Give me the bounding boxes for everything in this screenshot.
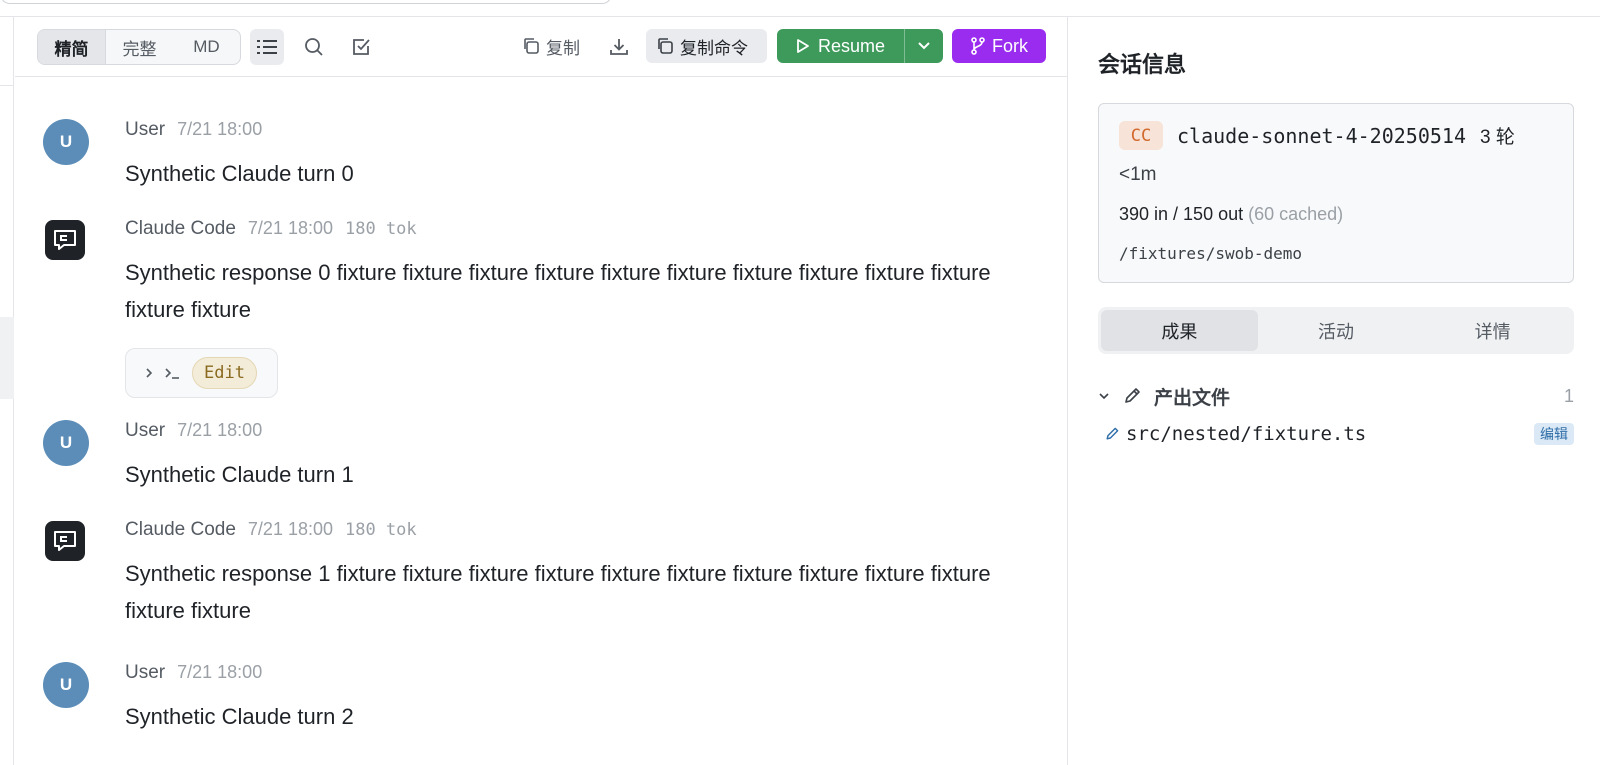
address-bar-fragment — [0, 0, 612, 4]
message-author: User — [125, 420, 166, 441]
token-count: 180 tok — [345, 219, 417, 239]
output-file-item[interactable]: src/nested/fixture.ts 编辑 — [1104, 419, 1574, 449]
search-icon — [305, 38, 323, 56]
project-path: /fixtures/swob-demo — [1119, 244, 1303, 263]
message-text: Synthetic response 1 fixture fixture fix… — [125, 561, 991, 623]
message-author: Claude Code — [125, 218, 236, 239]
tab-results[interactable]: 成果 — [1101, 310, 1258, 351]
chat-bubble-icon — [54, 531, 76, 551]
chevron-down-icon — [918, 42, 930, 50]
resume-button-group: Resume — [777, 29, 943, 63]
file-name: src/nested/fixture.ts — [1126, 423, 1367, 445]
pencil-icon — [1106, 427, 1119, 440]
conversation-pane: 精简 完整 MD 复制 复制命令 Resume Fork U User 7/21… — [15, 17, 1067, 765]
user-avatar: U — [43, 119, 89, 165]
message-time: 7/21 18:00 — [247, 519, 333, 539]
session-duration: <1m — [1119, 164, 1157, 185]
message-time: 7/21 18:00 — [177, 420, 263, 440]
message-author: User — [125, 119, 166, 140]
resume-dropdown-button[interactable] — [905, 29, 943, 63]
message-meta: Claude Code 7/21 18:00 180 tok — [125, 519, 417, 541]
message-meta: Claude Code 7/21 18:00 180 tok — [125, 218, 417, 240]
token-count: 180 tok — [345, 520, 417, 540]
message-meta: User 7/21 18:00 — [125, 119, 262, 141]
chat-bubble-icon — [54, 230, 76, 250]
left-rail — [0, 17, 14, 765]
file-action-tag: 编辑 — [1534, 423, 1574, 445]
message-time: 7/21 18:00 — [177, 662, 263, 682]
message-time: 7/21 18:00 — [247, 218, 333, 238]
output-files-header[interactable]: 产出文件 1 — [1098, 381, 1574, 411]
view-mode-md[interactable]: MD — [173, 30, 240, 64]
fork-button[interactable]: Fork — [952, 29, 1046, 63]
play-icon — [797, 39, 809, 53]
message-meta: User 7/21 18:00 — [125, 420, 262, 442]
claude-code-avatar — [45, 521, 85, 561]
copy-button[interactable]: 复制 — [512, 29, 590, 63]
token-in-out: 390 in / 150 out — [1119, 204, 1244, 224]
turn-count: 3 轮 — [1479, 127, 1515, 148]
message-meta: User 7/21 18:00 — [125, 662, 262, 684]
output-files-count: 1 — [1563, 385, 1574, 406]
token-cached: (60 cached) — [1248, 204, 1344, 224]
pencil-icon — [1125, 388, 1140, 403]
terminal-icon — [165, 368, 179, 379]
agent-badge: CC — [1119, 121, 1163, 150]
message-text: Synthetic response 0 fixture fixture fix… — [125, 260, 991, 322]
view-mode-switch: 精简 完整 MD — [37, 29, 241, 65]
message-text: Synthetic Claude turn 2 — [125, 704, 354, 729]
checkbox-icon — [353, 39, 370, 55]
chevron-down-icon — [1099, 393, 1109, 400]
message-text: Synthetic Claude turn 0 — [125, 161, 354, 186]
info-tabs: 成果 活动 详情 — [1098, 307, 1574, 354]
list-icon — [257, 40, 277, 54]
copy-icon — [658, 38, 673, 54]
download-icon — [610, 39, 628, 55]
message-user: U User 7/21 18:00 Synthetic Claude turn … — [43, 662, 1053, 729]
claude-code-avatar — [45, 220, 85, 260]
session-card: CC claude-sonnet-4-20250514 3 轮 <1m 390 … — [1098, 103, 1574, 283]
search-button[interactable] — [297, 29, 331, 65]
copy-icon — [524, 38, 539, 54]
task-button[interactable] — [344, 29, 378, 65]
copy-command-label: 复制命令 — [680, 38, 748, 58]
user-avatar: U — [43, 662, 89, 708]
tool-name-badge: Edit — [192, 357, 257, 389]
message-user: U User 7/21 18:00 Synthetic Claude turn … — [43, 420, 1053, 487]
message-author: User — [125, 662, 166, 683]
panel-title: 会话信息 — [1098, 52, 1187, 77]
tool-call-chip[interactable]: Edit — [125, 348, 278, 398]
branch-icon — [971, 37, 985, 55]
token-usage: 390 in / 150 out (60 cached) — [1119, 204, 1343, 225]
user-avatar: U — [43, 420, 89, 466]
session-info-panel: 会话信息 CC claude-sonnet-4-20250514 3 轮 <1m… — [1067, 17, 1600, 765]
view-mode-compact[interactable]: 精简 — [38, 30, 106, 64]
tab-details[interactable]: 详情 — [1414, 310, 1571, 351]
chevron-right-icon — [146, 368, 153, 378]
message-time: 7/21 18:00 — [177, 119, 263, 139]
resume-button[interactable]: Resume — [777, 29, 905, 63]
model-name: claude-sonnet-4-20250514 — [1177, 123, 1466, 148]
tab-activity[interactable]: 活动 — [1258, 310, 1415, 351]
resume-label: Resume — [817, 35, 886, 56]
list-view-button[interactable] — [250, 29, 284, 65]
fork-label: Fork — [992, 35, 1028, 56]
message-user: U User 7/21 18:00 Synthetic Claude turn … — [43, 119, 1053, 186]
output-files-title: 产出文件 — [1154, 387, 1231, 409]
toolbar: 精简 完整 MD 复制 复制命令 Resume Fork — [15, 17, 1067, 77]
download-button[interactable] — [602, 29, 636, 65]
copy-command-button[interactable]: 复制命令 — [646, 29, 767, 63]
copy-label: 复制 — [546, 38, 580, 58]
message-author: Claude Code — [125, 519, 236, 540]
view-mode-full[interactable]: 完整 — [106, 30, 173, 64]
top-bar — [0, 0, 1600, 17]
message-assistant: Claude Code 7/21 18:00 180 tok Synthetic… — [43, 519, 1053, 629]
message-text: Synthetic Claude turn 1 — [125, 462, 354, 487]
